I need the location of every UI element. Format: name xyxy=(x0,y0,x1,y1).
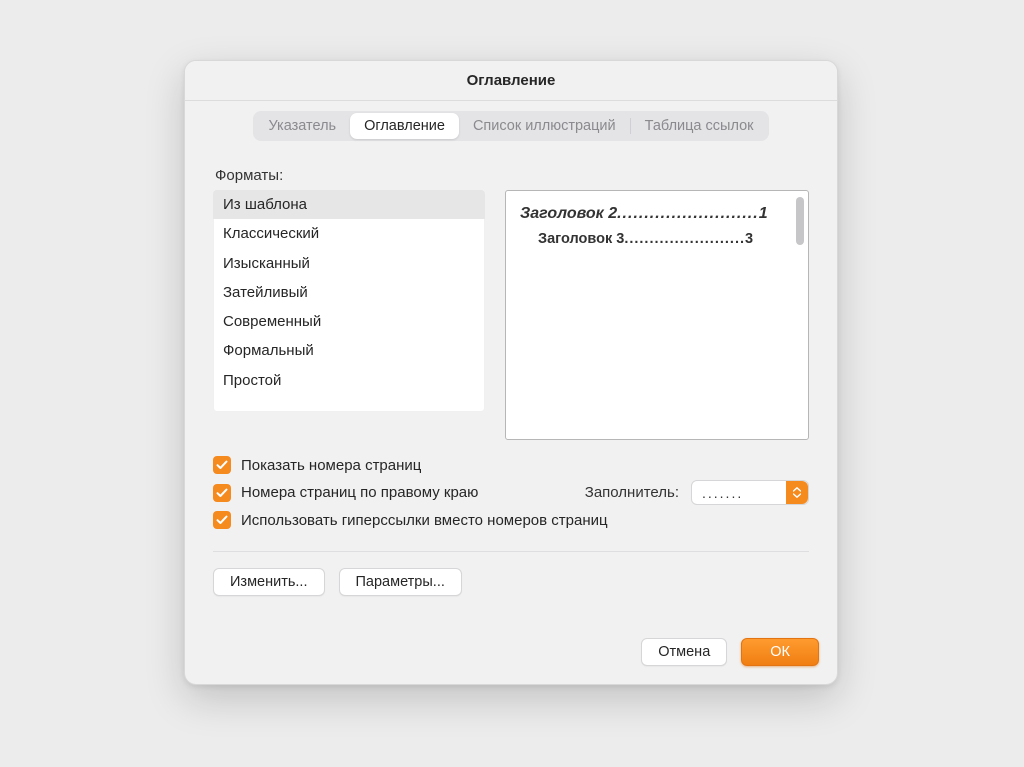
label-show-page-numbers: Показать номера страниц xyxy=(241,457,421,474)
leader-select[interactable]: ....... xyxy=(691,480,809,505)
toc-preview: Заголовок 2 .......................... 1… xyxy=(505,190,809,440)
select-stepper-icon xyxy=(786,481,808,504)
modify-button[interactable]: Изменить... xyxy=(213,568,325,596)
chevron-up-icon xyxy=(793,487,801,492)
toc-dialog: Оглавление Указатель Оглавление Список и… xyxy=(184,60,838,685)
dialog-title: Оглавление xyxy=(467,72,556,89)
list-item[interactable]: Простой xyxy=(213,366,485,395)
list-item[interactable]: Затейливый xyxy=(213,278,485,307)
preview-line-h2: Заголовок 2 .......................... 1 xyxy=(520,205,790,223)
tab-index[interactable]: Указатель xyxy=(255,113,351,139)
tab-illustrations[interactable]: Список иллюстраций xyxy=(459,113,630,139)
tab-toc[interactable]: Оглавление xyxy=(350,113,459,139)
preview-h3-title: Заголовок 3 xyxy=(538,231,624,247)
preview-h3-page: 3 xyxy=(745,231,753,247)
segmented-tabs: Указатель Оглавление Список иллюстраций … xyxy=(253,111,770,141)
check-icon xyxy=(216,459,228,471)
list-item[interactable]: Современный xyxy=(213,307,485,336)
preview-line-h3: Заголовок 3........................ 3 xyxy=(520,231,790,247)
list-item[interactable]: Классический xyxy=(213,219,485,248)
preview-h3-leader: ........................ xyxy=(624,231,745,247)
row-hyperlinks: Использовать гиперссылки вместо номеров … xyxy=(213,511,809,529)
label-right-align: Номера страниц по правому краю xyxy=(241,484,478,501)
leader-group: Заполнитель: ....... xyxy=(585,480,809,505)
dialog-footer: Отмена ОК xyxy=(185,616,837,684)
checkbox-right-align[interactable] xyxy=(213,484,231,502)
options-checks: Показать номера страниц Номера страниц п… xyxy=(213,456,809,529)
dialog-titlebar: Оглавление xyxy=(185,61,837,101)
tabs-row: Указатель Оглавление Список иллюстраций … xyxy=(185,101,837,141)
dialog-body: Форматы: Из шаблона Классический Изыскан… xyxy=(185,141,837,616)
separator xyxy=(213,551,809,552)
list-item[interactable]: Формальный xyxy=(213,336,485,365)
leader-label: Заполнитель: xyxy=(585,484,679,501)
check-icon xyxy=(216,487,228,499)
label-hyperlinks: Использовать гиперссылки вместо номеров … xyxy=(241,512,608,529)
leader-value: ....... xyxy=(702,485,743,501)
preview-h2-page: 1 xyxy=(759,205,768,223)
preview-h2-leader: .......................... xyxy=(617,205,759,223)
ok-button[interactable]: ОК xyxy=(741,638,819,666)
checkbox-show-page-numbers[interactable] xyxy=(213,456,231,474)
list-item[interactable]: Изысканный xyxy=(213,249,485,278)
cancel-button[interactable]: Отмена xyxy=(641,638,727,666)
list-item[interactable]: Из шаблона xyxy=(213,190,485,219)
formats-listbox[interactable]: Из шаблона Классический Изысканный Затей… xyxy=(213,190,485,412)
chevron-down-icon xyxy=(793,493,801,498)
preview-h2-title: Заголовок 2 xyxy=(520,205,617,223)
options-button[interactable]: Параметры... xyxy=(339,568,462,596)
formats-preview-row: Из шаблона Классический Изысканный Затей… xyxy=(213,190,809,440)
tab-references[interactable]: Таблица ссылок xyxy=(631,113,768,139)
row-right-align: Номера страниц по правому краю Заполните… xyxy=(213,480,809,505)
secondary-buttons: Изменить... Параметры... xyxy=(213,568,809,596)
preview-scrollbar[interactable] xyxy=(796,197,804,245)
checkbox-hyperlinks[interactable] xyxy=(213,511,231,529)
row-show-page-numbers: Показать номера страниц xyxy=(213,456,809,474)
formats-label: Форматы: xyxy=(215,167,809,184)
check-icon xyxy=(216,514,228,526)
